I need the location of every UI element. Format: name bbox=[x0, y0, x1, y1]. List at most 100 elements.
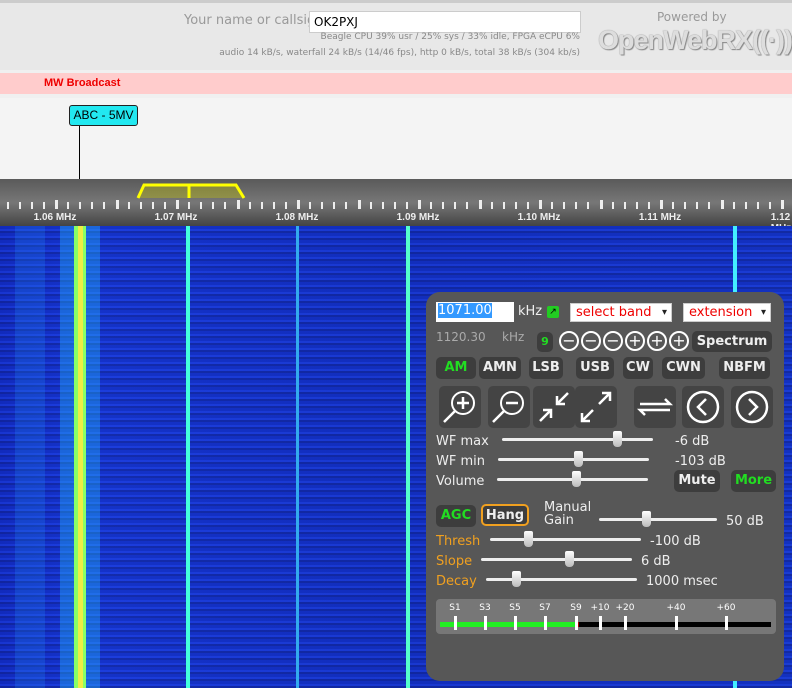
mode-lsb-button[interactable]: LSB bbox=[529, 357, 563, 379]
slider-handle[interactable] bbox=[571, 471, 581, 487]
swap-button[interactable] bbox=[634, 386, 676, 428]
step-up-button[interactable]: + bbox=[669, 331, 689, 351]
mode-am-button[interactable]: AM bbox=[436, 357, 476, 379]
scale-tick bbox=[79, 202, 82, 209]
zoom-max-button[interactable] bbox=[575, 386, 617, 428]
agc-button[interactable]: AGC bbox=[436, 505, 476, 527]
wf-min-slider[interactable] bbox=[498, 451, 649, 467]
scale-tick bbox=[684, 202, 687, 209]
mode-cwn-button[interactable]: CWN bbox=[662, 357, 705, 379]
thresh-slider[interactable] bbox=[490, 531, 641, 547]
mode-usb-button[interactable]: USB bbox=[576, 357, 614, 379]
scale-tick bbox=[635, 202, 638, 209]
header: Your name or callsign: Beagle CPU 39% us… bbox=[0, 0, 792, 70]
s-meter-tick bbox=[675, 616, 678, 630]
scale-tick bbox=[333, 202, 336, 209]
scale-tick bbox=[466, 202, 469, 209]
scale-label: 1.09 MHz bbox=[396, 212, 440, 223]
hang-button[interactable]: Hang bbox=[481, 504, 529, 526]
volume-label: Volume bbox=[436, 474, 485, 489]
scale-tick bbox=[6, 202, 9, 209]
more-button[interactable]: More bbox=[731, 470, 776, 492]
s-meter-label: S9 bbox=[570, 603, 582, 613]
slider-handle[interactable] bbox=[642, 511, 652, 527]
slope-label: Slope bbox=[436, 554, 473, 569]
expand-icon bbox=[580, 391, 612, 423]
s-meter-tick bbox=[725, 616, 728, 630]
step-down-button[interactable]: − bbox=[603, 331, 623, 351]
scale-tick bbox=[478, 200, 482, 209]
openwebrx-logo: OpenWebRX((·)) bbox=[598, 25, 792, 55]
scale-tick bbox=[768, 202, 771, 209]
scale-tick bbox=[526, 202, 529, 209]
next-button[interactable] bbox=[731, 386, 773, 428]
extension-dropdown[interactable]: extension bbox=[683, 303, 771, 322]
prev-button[interactable] bbox=[682, 386, 724, 428]
s-meter-label: S7 bbox=[539, 603, 551, 613]
zoom-in-icon bbox=[443, 391, 475, 423]
cpu-stats: Beagle CPU 39% usr / 25% sys / 33% idle,… bbox=[320, 32, 580, 42]
zoom-min-button[interactable] bbox=[533, 386, 575, 428]
scale-tick bbox=[18, 202, 21, 209]
slider-handle[interactable] bbox=[574, 451, 584, 467]
scale-tick bbox=[200, 202, 203, 209]
s-meter: S1 S3 S5 S7 S9 +10 +20 +40 +60 bbox=[436, 599, 776, 634]
bookmark-abc-5mv[interactable]: ABC - 5MV bbox=[69, 105, 138, 126]
scale-tick bbox=[405, 202, 408, 209]
zoom-out-button[interactable] bbox=[488, 386, 530, 428]
scale-tick bbox=[623, 202, 626, 209]
scale-tick bbox=[587, 202, 590, 209]
passband-marker[interactable] bbox=[136, 181, 248, 199]
zoom-in-button[interactable] bbox=[439, 386, 481, 428]
step-up-button[interactable]: + bbox=[625, 331, 645, 351]
manual-gain-slider[interactable] bbox=[599, 511, 717, 527]
mode-cw-button[interactable]: CW bbox=[623, 357, 653, 379]
mute-button[interactable]: Mute bbox=[674, 470, 720, 492]
slope-slider[interactable] bbox=[481, 551, 632, 567]
scale-tick bbox=[575, 202, 578, 209]
slider-handle[interactable] bbox=[612, 431, 622, 447]
volume-slider[interactable] bbox=[497, 471, 648, 487]
chevron-right-icon bbox=[735, 390, 769, 424]
scale-tick bbox=[660, 200, 663, 209]
s-meter-label: S3 bbox=[479, 603, 491, 613]
powered-by: Powered by bbox=[657, 10, 727, 24]
scale-tick bbox=[672, 202, 675, 209]
carrier-signal bbox=[186, 226, 190, 688]
slider-handle[interactable] bbox=[564, 551, 574, 567]
spectrum-button[interactable]: Spectrum bbox=[692, 331, 772, 352]
step-up-button[interactable]: + bbox=[647, 331, 667, 351]
scale-tick bbox=[369, 202, 372, 209]
scale-tick bbox=[321, 202, 324, 209]
scale-tick bbox=[539, 200, 542, 209]
scale-tick bbox=[260, 202, 263, 209]
callsign-input[interactable] bbox=[309, 11, 581, 33]
freq-unit: kHz bbox=[518, 304, 543, 319]
scale-tick bbox=[696, 202, 699, 209]
link-icon[interactable]: ↗ bbox=[547, 306, 559, 318]
second-frequency: 1120.30 bbox=[436, 330, 486, 344]
decay-slider[interactable] bbox=[486, 571, 637, 587]
slider-handle[interactable] bbox=[512, 571, 522, 587]
s-meter-label: +20 bbox=[615, 603, 635, 613]
mode-amn-button[interactable]: AMN bbox=[479, 357, 521, 379]
s-meter-label: S5 bbox=[509, 603, 521, 613]
wf-min-label: WF min bbox=[436, 454, 485, 469]
select-band-dropdown[interactable]: select band bbox=[570, 303, 672, 322]
arrows-left-right-icon bbox=[636, 398, 674, 416]
scale-label: 1.10 MHz bbox=[517, 212, 561, 223]
step-button[interactable]: 9 bbox=[537, 332, 553, 352]
scale-tick bbox=[551, 202, 554, 209]
frequency-scale[interactable]: 1.06 MHz 1.07 MHz 1.08 MHz 1.09 MHz 1.10 MHz… bbox=[0, 179, 792, 234]
bookmark-line bbox=[79, 126, 80, 179]
step-down-button[interactable]: − bbox=[581, 331, 601, 351]
frequency-input[interactable]: 1071.00 bbox=[436, 302, 514, 322]
slider-handle[interactable] bbox=[523, 531, 533, 547]
scale-label: 1.06 MHz bbox=[33, 212, 77, 223]
wf-max-slider[interactable] bbox=[502, 431, 653, 447]
scale-tick bbox=[381, 202, 384, 209]
scale-tick bbox=[454, 202, 457, 209]
scale-tick bbox=[611, 202, 614, 209]
mode-nbfm-button[interactable]: NBFM bbox=[719, 357, 770, 379]
step-down-button[interactable]: − bbox=[559, 331, 579, 351]
